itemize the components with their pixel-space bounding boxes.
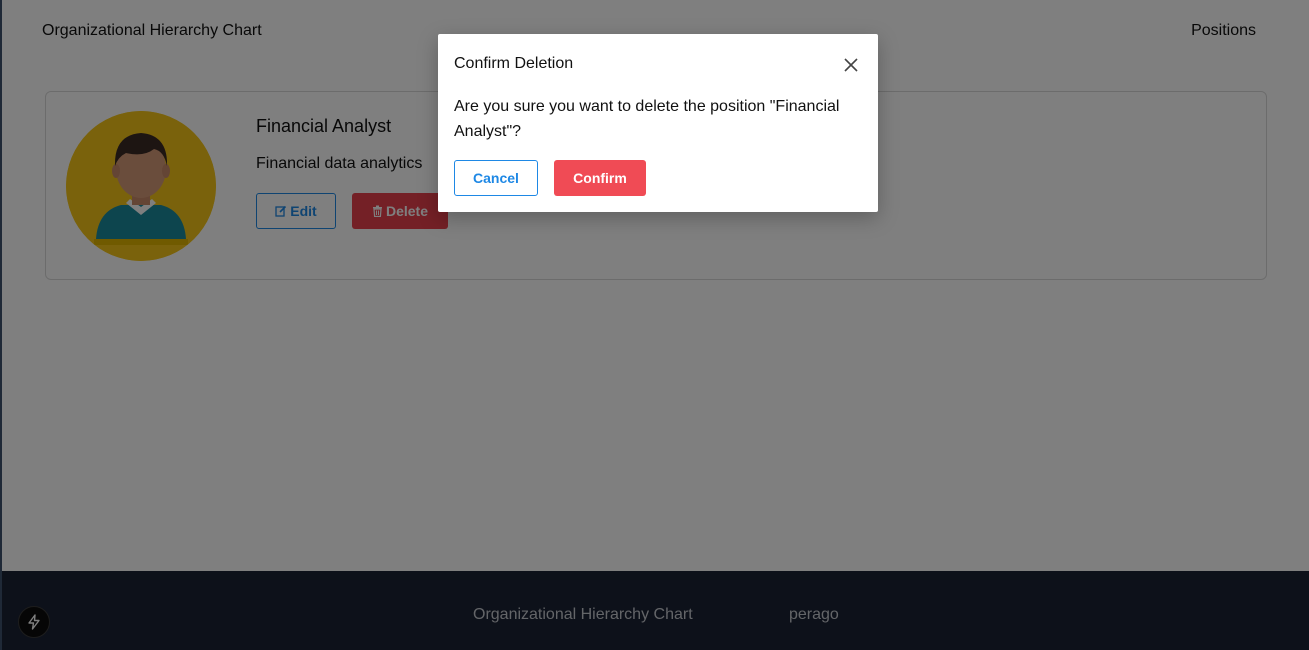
close-icon (844, 58, 858, 72)
confirm-deletion-dialog: Confirm Deletion Are you sure you want t… (438, 34, 878, 212)
dialog-title: Confirm Deletion (454, 55, 574, 72)
close-button[interactable] (842, 56, 860, 74)
cancel-button[interactable]: Cancel (454, 160, 538, 196)
dialog-message: Are you sure you want to delete the posi… (454, 98, 840, 140)
page: Organizational Hierarchy Chart Positions (0, 0, 1309, 650)
confirm-button[interactable]: Confirm (554, 160, 646, 196)
